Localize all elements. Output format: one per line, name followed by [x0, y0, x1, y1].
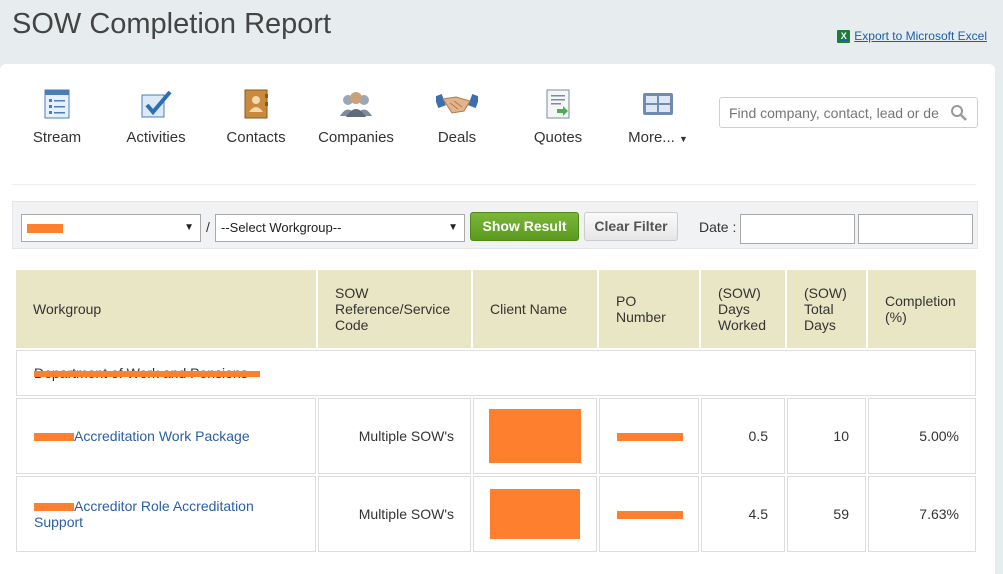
table-row: Accreditation Work Package Multiple SOW'… [16, 398, 976, 474]
clear-filter-button[interactable]: Clear Filter [584, 212, 678, 241]
search-input[interactable] [720, 98, 958, 127]
redaction-box [490, 489, 580, 539]
chevron-down-icon: ▼ [448, 222, 458, 233]
group-row: Department of Work and Pensions [16, 350, 976, 396]
col-header: Client Name [473, 270, 597, 348]
stream-icon [44, 89, 70, 119]
date-label: Date : [699, 219, 737, 235]
chevron-down-icon: ▼ [678, 134, 688, 144]
nav-activities-label: Activities [126, 129, 186, 146]
workgroup-link[interactable]: Accreditation Work Package [74, 428, 250, 444]
col-header: Completion (%) [868, 270, 976, 348]
workgroup-cell[interactable]: Accreditation Work Package [16, 398, 316, 474]
nav-deals[interactable]: Deals [407, 89, 507, 146]
redaction-mark [34, 371, 260, 377]
date-to-input[interactable] [858, 214, 973, 244]
client-cell [473, 398, 597, 474]
total-days-cell: 59 [787, 476, 866, 552]
po-cell [599, 476, 699, 552]
completion-cell: 5.00% [868, 398, 976, 474]
chevron-down-icon: ▼ [184, 222, 194, 233]
address-book-icon [244, 89, 268, 119]
report-table: Workgroup SOW Reference/Service Code Cli… [14, 268, 978, 554]
sow-cell: Multiple SOW's [318, 476, 471, 552]
export-label: Export to Microsoft Excel [854, 29, 987, 43]
col-header: SOW Reference/Service Code [318, 270, 471, 348]
export-excel-link[interactable]: X Export to Microsoft Excel [837, 29, 987, 43]
grid-icon [643, 93, 673, 115]
search-icon[interactable] [950, 104, 967, 121]
show-result-button[interactable]: Show Result [470, 212, 579, 241]
table-header-row: Workgroup SOW Reference/Service Code Cli… [16, 270, 976, 348]
col-header: PO Number [599, 270, 699, 348]
po-cell [599, 398, 699, 474]
nav-more-label: More... [628, 129, 675, 146]
completion-cell: 7.63% [868, 476, 976, 552]
excel-icon: X [837, 29, 851, 43]
workgroup-select-value: --Select Workgroup-- [221, 220, 342, 235]
workgroup-cell[interactable]: Accreditor Role Accreditation Support [16, 476, 316, 552]
total-days-cell: 10 [787, 398, 866, 474]
nav-activities[interactable]: Activities [106, 89, 206, 146]
main-panel: Stream Activities Contacts Companies Dea… [0, 64, 995, 574]
redaction-mark [34, 503, 74, 512]
nav-contacts[interactable]: Contacts [206, 89, 306, 146]
nav-divider [12, 184, 976, 185]
col-header: Workgroup [16, 270, 316, 348]
nav-quotes-label: Quotes [533, 129, 583, 146]
redaction-mark [34, 433, 74, 442]
redaction-mark [617, 511, 683, 520]
nav-companies[interactable]: Companies [306, 89, 406, 146]
redacted-text [27, 224, 63, 233]
top-nav: Stream Activities Contacts Companies Dea… [0, 64, 995, 184]
search-box[interactable] [719, 97, 978, 128]
client-cell [473, 476, 597, 552]
filter-bar: ▼ / --Select Workgroup-- ▼ Show Result C… [12, 201, 978, 249]
select-separator: / [206, 219, 210, 235]
page-edge [995, 64, 1003, 565]
nav-contacts-label: Contacts [226, 129, 286, 146]
people-icon [340, 92, 372, 117]
workgroup-select[interactable]: --Select Workgroup-- ▼ [215, 214, 465, 242]
days-worked-cell: 0.5 [701, 398, 785, 474]
document-icon [546, 89, 570, 119]
table-row: Accreditor Role Accreditation Support Mu… [16, 476, 976, 552]
nav-stream[interactable]: Stream [7, 89, 107, 146]
days-worked-cell: 4.5 [701, 476, 785, 552]
nav-more[interactable]: More... ▼ [608, 89, 708, 146]
date-from-input[interactable] [740, 214, 855, 244]
col-header: (SOW) Total Days [787, 270, 866, 348]
redaction-box [489, 409, 581, 463]
col-header: (SOW) Days Worked [701, 270, 785, 348]
nav-deals-label: Deals [437, 129, 477, 146]
nav-stream-label: Stream [32, 129, 82, 146]
nav-quotes[interactable]: Quotes [508, 89, 608, 146]
sow-cell: Multiple SOW's [318, 398, 471, 474]
redaction-mark [617, 433, 683, 442]
checkbox-icon [141, 90, 172, 118]
department-select[interactable]: ▼ [21, 214, 201, 242]
group-cell: Department of Work and Pensions [16, 350, 976, 396]
page-title: SOW Completion Report [12, 8, 332, 40]
handshake-icon [436, 93, 478, 114]
nav-companies-label: Companies [318, 129, 394, 146]
